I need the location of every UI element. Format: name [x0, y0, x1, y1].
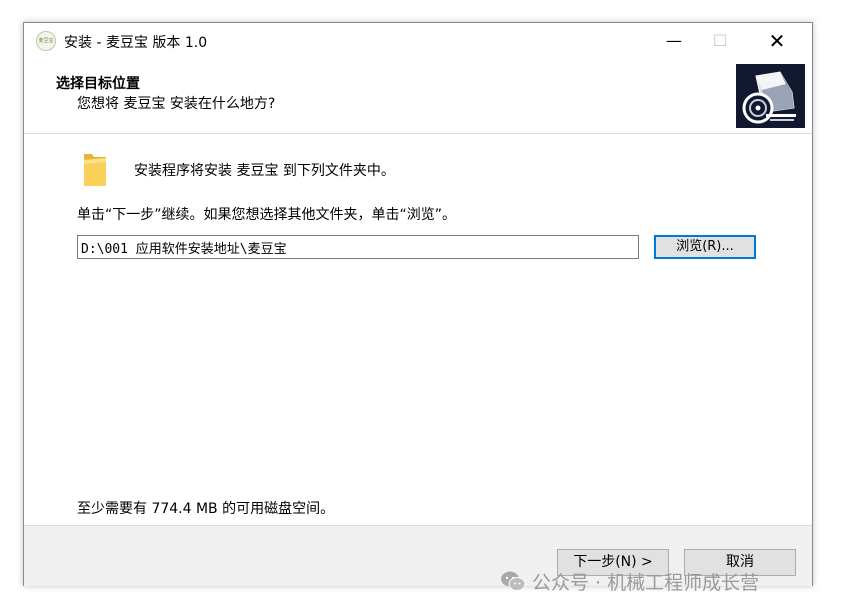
minimize-button[interactable]: — — [651, 23, 697, 59]
disk-space-text: 至少需要有 774.4 MB 的可用磁盘空间。 — [77, 501, 335, 517]
installer-window: 麦豆宝 安装 - 麦豆宝 版本 1.0 — ☐ ✕ 选择目标位置 您想将 麦豆宝… — [23, 22, 813, 586]
wechat-icon — [501, 571, 526, 591]
app-icon: 麦豆宝 — [36, 31, 56, 51]
destination-path-input[interactable] — [77, 235, 639, 259]
wizard-header: 选择目标位置 您想将 麦豆宝 安装在什么地方? — [24, 59, 812, 134]
wizard-body: 安装程序将安装 麦豆宝 到下列文件夹中。 单击“下一步”继续。如果您想选择其他文… — [24, 134, 812, 525]
page: 麦豆宝 安装 - 麦豆宝 版本 1.0 — ☐ ✕ 选择目标位置 您想将 麦豆宝… — [0, 0, 842, 616]
install-info-text: 安装程序将安装 麦豆宝 到下列文件夹中。 — [134, 163, 395, 179]
window-title: 安装 - 麦豆宝 版本 1.0 — [64, 35, 208, 51]
instruction-text: 单击“下一步”继续。如果您想选择其他文件夹，单击“浏览”。 — [77, 207, 457, 223]
maximize-button: ☐ — [712, 31, 728, 50]
installer-logo-icon — [736, 64, 805, 128]
page-title: 选择目标位置 — [56, 76, 140, 92]
computer-disc-icon — [736, 64, 805, 128]
title-bar[interactable]: 麦豆宝 安装 - 麦豆宝 版本 1.0 — ☐ ✕ — [24, 23, 812, 59]
watermark-text: 公众号 · 机械工程师成长营 — [532, 572, 760, 594]
page-subtitle: 您想将 麦豆宝 安装在什么地方? — [77, 96, 276, 112]
folder-icon — [82, 152, 108, 188]
close-button[interactable]: ✕ — [754, 23, 800, 59]
browse-button[interactable]: 浏览(R)... — [654, 235, 756, 259]
